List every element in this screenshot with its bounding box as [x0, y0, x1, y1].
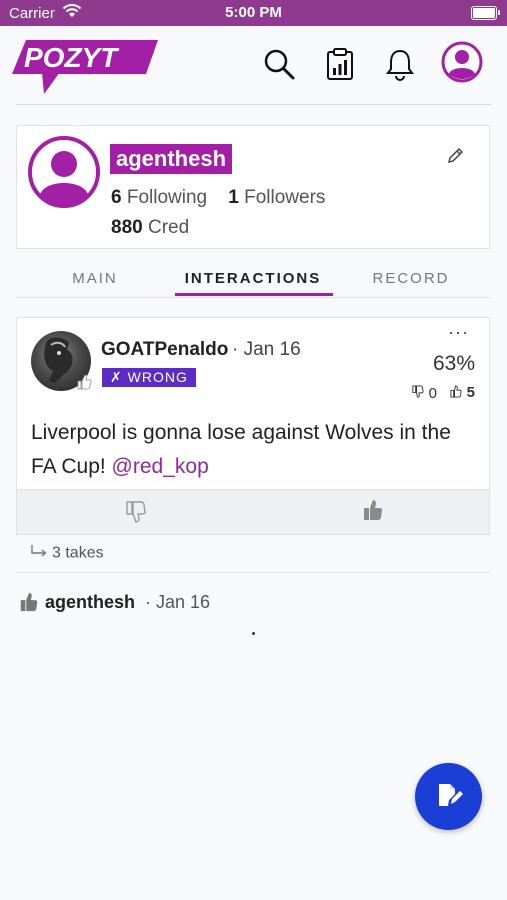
loading-indicator — [252, 632, 255, 635]
following-label[interactable]: Following — [127, 187, 207, 208]
activity-date: · Jan 16 — [145, 592, 211, 612]
thumbs-up-badge-icon — [75, 373, 93, 391]
cred-stat: 880 Cred — [111, 217, 189, 239]
tabs-divider — [16, 297, 490, 298]
profile-icon[interactable] — [441, 41, 483, 83]
cred-count: 880 — [111, 217, 143, 238]
up-vote-count: 5 — [466, 384, 475, 401]
search-icon[interactable] — [262, 47, 296, 81]
takes-link[interactable]: 3 takes — [30, 544, 104, 563]
activity-actor[interactable]: agenthesh — [45, 592, 135, 613]
tab-record[interactable]: RECORD — [332, 270, 490, 287]
post-author[interactable]: GOATPenaldo — [101, 339, 228, 361]
thumbs-up-icon — [18, 591, 40, 613]
logo-text: POZYT — [24, 42, 120, 73]
status-bar: Carrier 5:00 PM — [0, 0, 507, 26]
new-post-button[interactable] — [415, 763, 482, 830]
header-divider — [16, 104, 491, 105]
more-options-icon[interactable]: ··· — [448, 322, 469, 343]
post-text: Liverpool is gonna lose against Wolves i… — [31, 416, 471, 484]
active-tab-indicator — [175, 293, 333, 296]
followers-count: 1 — [228, 187, 239, 208]
vote-counts: 0 5 — [411, 384, 475, 402]
profile-username: agenthesh — [110, 144, 233, 174]
profile-card: agenthesh 6 Following 1 Followers 880 Cr… — [16, 125, 490, 249]
profile-avatar — [27, 135, 101, 209]
pozyt-logo[interactable]: POZYT — [8, 34, 160, 99]
thumbs-down-small-icon — [411, 384, 424, 402]
clock: 5:00 PM — [225, 4, 282, 21]
reply-arrow-icon — [30, 544, 48, 563]
post-actions-bar — [17, 489, 489, 534]
thumbs-up-button[interactable] — [361, 498, 385, 522]
tab-interactions[interactable]: INTERACTIONS — [174, 270, 332, 287]
wrong-status-badge: ✗ WRONG — [102, 368, 196, 387]
tab-main[interactable]: MAIN — [16, 270, 174, 287]
post-card[interactable]: GOATPenaldo · Jan 16 ✗ WRONG ··· 63% 0 5… — [16, 317, 490, 535]
thumbs-down-button[interactable] — [124, 500, 148, 524]
takes-divider — [16, 572, 490, 573]
leaderboard-icon[interactable] — [323, 47, 357, 81]
thumbs-up-small-icon — [449, 384, 463, 402]
takes-count: 3 takes — [52, 544, 104, 562]
cred-label: Cred — [147, 217, 190, 238]
post-date: · Jan 16 — [232, 339, 301, 360]
followers-label[interactable]: Followers — [244, 187, 325, 208]
post-mention-link[interactable]: @red_kop — [112, 455, 209, 478]
post-percent: 63% — [432, 352, 475, 375]
down-vote-count: 0 — [428, 384, 437, 402]
bell-icon[interactable] — [383, 47, 417, 81]
following-count: 6 — [111, 187, 122, 208]
post-body: Liverpool is gonna lose against Wolves i… — [31, 421, 451, 478]
app-header: POZYT — [0, 26, 507, 106]
battery-icon — [471, 6, 500, 20]
follow-stats: 6 Following 1 Followers — [111, 187, 325, 209]
profile-tabs: MAIN INTERACTIONS RECORD — [16, 260, 490, 298]
compose-icon — [439, 784, 463, 806]
edit-pencil-icon[interactable] — [445, 146, 465, 166]
